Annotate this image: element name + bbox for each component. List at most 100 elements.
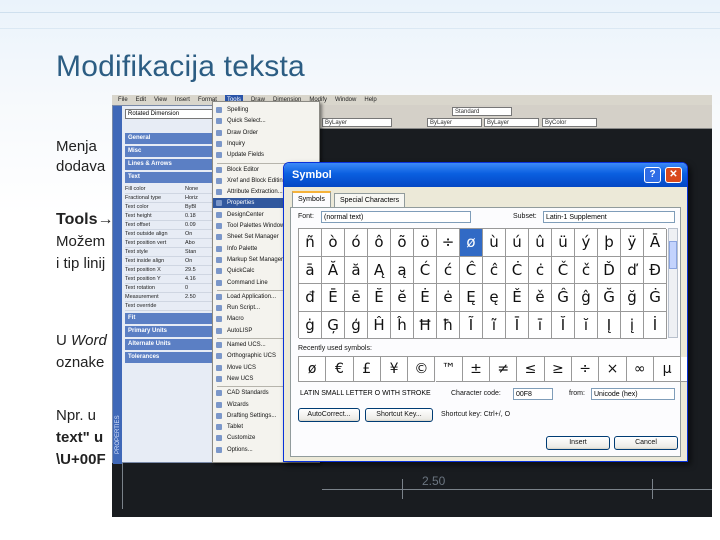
recent-symbol-cell[interactable]: ∞ xyxy=(626,357,654,382)
lineweight-combo[interactable]: ByLayer xyxy=(484,118,539,127)
symbol-cell[interactable]: đ xyxy=(299,284,322,312)
symbol-cell[interactable]: ü xyxy=(552,229,575,257)
symbol-cell[interactable]: Ċ xyxy=(506,256,529,284)
subset-select[interactable]: Latin-1 Supplement xyxy=(543,211,675,223)
recent-symbol-cell[interactable]: ≠ xyxy=(490,357,518,382)
symbol-cell[interactable]: Ĭ xyxy=(552,311,575,339)
symbol-cell[interactable]: ă xyxy=(345,256,368,284)
menu-help[interactable]: Help xyxy=(364,95,376,105)
symbol-cell[interactable]: ħ xyxy=(437,311,460,339)
shortcut-key-button[interactable]: Shortcut Key... xyxy=(365,408,433,422)
symbol-cell[interactable]: Ė xyxy=(414,284,437,312)
symbol-cell[interactable]: Ģ xyxy=(322,311,345,339)
symbol-cell[interactable]: Ą xyxy=(368,256,391,284)
symbol-cell[interactable]: Ġ xyxy=(644,284,667,312)
recent-symbol-cell[interactable]: £ xyxy=(353,357,381,382)
symbol-cell[interactable]: Đ xyxy=(644,256,667,284)
symbol-cell[interactable]: ē xyxy=(345,284,368,312)
property-row[interactable]: Text position Y 4.16 xyxy=(125,275,219,284)
property-row[interactable]: Text height 0.18 xyxy=(125,212,219,221)
menu-insert[interactable]: Insert xyxy=(175,95,190,105)
recent-symbol-cell[interactable]: ÷ xyxy=(572,357,600,382)
cancel-button[interactable]: Cancel xyxy=(614,436,678,450)
grid-scrollbar[interactable] xyxy=(668,228,678,338)
symbol-cell[interactable]: Ħ xyxy=(414,311,437,339)
palette-titlebar[interactable]: PROPERTIES xyxy=(113,106,122,464)
section-general[interactable]: General xyxy=(125,133,219,144)
symbol-cell[interactable]: ÷ xyxy=(437,229,460,257)
symbol-cell[interactable]: þ xyxy=(598,229,621,257)
symbol-cell[interactable]: ą xyxy=(391,256,414,284)
property-row[interactable]: Text color ByBl xyxy=(125,203,219,212)
symbol-cell[interactable]: Ğ xyxy=(598,284,621,312)
tools-menu-item[interactable]: Update Fields xyxy=(213,150,319,160)
symbol-cell[interactable]: ñ xyxy=(299,229,322,257)
symbol-cell[interactable]: ĥ xyxy=(391,311,414,339)
recent-symbol-cell[interactable]: α xyxy=(681,357,687,382)
symbol-cell[interactable]: ċ xyxy=(529,256,552,284)
property-row[interactable]: Text position X 29.5 xyxy=(125,266,219,275)
symbol-cell[interactable]: ĉ xyxy=(483,256,506,284)
insert-button[interactable]: Insert xyxy=(546,436,610,450)
menu-file[interactable]: File xyxy=(118,95,128,105)
symbol-cell[interactable]: ğ xyxy=(621,284,644,312)
scrollbar-thumb[interactable] xyxy=(669,241,677,269)
symbol-cell[interactable]: ĭ xyxy=(575,311,598,339)
property-row[interactable]: Text offset 0.09 xyxy=(125,221,219,230)
symbol-cell[interactable]: ā xyxy=(299,256,322,284)
symbol-cell[interactable]: õ xyxy=(391,229,414,257)
symbol-cell[interactable]: Ī xyxy=(506,311,529,339)
tab-symbols[interactable]: Symbols xyxy=(292,191,331,207)
property-row[interactable]: Text rotation 0 xyxy=(125,284,219,293)
recent-symbol-cell[interactable]: € xyxy=(326,357,354,382)
symbol-cell[interactable]: Ē xyxy=(322,284,345,312)
symbol-cell[interactable]: ć xyxy=(437,256,460,284)
symbol-cell[interactable]: Ā xyxy=(644,229,667,257)
symbol-cell[interactable]: č xyxy=(575,256,598,284)
property-row[interactable]: Text override xyxy=(125,302,219,311)
menu-window[interactable]: Window xyxy=(335,95,356,105)
symbol-cell[interactable]: Ć xyxy=(414,256,437,284)
symbol-cell[interactable]: Ĥ xyxy=(368,311,391,339)
property-row[interactable]: Fill color None xyxy=(125,185,219,194)
symbol-cell[interactable]: İ xyxy=(644,311,667,339)
char-code-input[interactable]: 00F8 xyxy=(513,388,553,400)
symbol-cell[interactable]: ĩ xyxy=(483,311,506,339)
section-fit[interactable]: Fit xyxy=(125,313,219,324)
tools-menu-item[interactable]: Quick Select... xyxy=(213,116,319,126)
symbol-cell[interactable]: Ĝ xyxy=(552,284,575,312)
property-row[interactable]: Text style Stan xyxy=(125,248,219,257)
property-row[interactable]: Text outside align On xyxy=(125,230,219,239)
color-combo[interactable]: ByColor xyxy=(542,118,597,127)
layer-combo[interactable]: ByLayer xyxy=(322,118,392,127)
symbol-cell[interactable]: ĕ xyxy=(391,284,414,312)
from-select[interactable]: Unicode (hex) xyxy=(591,388,675,400)
menu-view[interactable]: View xyxy=(154,95,167,105)
symbol-cell[interactable]: Ĩ xyxy=(460,311,483,339)
property-row[interactable]: Text position vert Abo xyxy=(125,239,219,248)
symbol-cell[interactable]: ô xyxy=(368,229,391,257)
dialog-titlebar[interactable]: Symbol xyxy=(284,163,687,187)
tools-menu-item[interactable]: Draw Order xyxy=(213,128,319,138)
symbol-cell[interactable]: Į xyxy=(598,311,621,339)
font-select[interactable]: (normal text) xyxy=(321,211,471,223)
section-alternate-units[interactable]: Alternate Units xyxy=(125,339,219,350)
symbol-cell[interactable]: Ě xyxy=(506,284,529,312)
symbol-cell[interactable]: Ď xyxy=(598,256,621,284)
recent-symbol-cell[interactable]: ™ xyxy=(435,357,463,382)
section-misc[interactable]: Misc xyxy=(125,146,219,157)
property-row[interactable]: Measurement 2.50 xyxy=(125,293,219,302)
object-type-combo[interactable]: Rotated Dimension xyxy=(125,109,213,119)
symbol-cell[interactable]: ď xyxy=(621,256,644,284)
section-tolerances[interactable]: Tolerances xyxy=(125,352,219,363)
symbol-cell[interactable]: Ę xyxy=(460,284,483,312)
recent-symbol-cell[interactable]: ¥ xyxy=(380,357,409,382)
symbol-cell[interactable]: ė xyxy=(437,284,460,312)
symbol-cell[interactable]: ģ xyxy=(345,311,368,339)
symbol-cell[interactable]: Ă xyxy=(322,256,345,284)
symbol-cell[interactable]: Č xyxy=(552,256,575,284)
symbol-cell[interactable]: ę xyxy=(483,284,506,312)
symbol-cell[interactable]: ý xyxy=(575,229,598,257)
recent-symbol-cell[interactable]: ≤ xyxy=(517,357,545,382)
symbol-cell[interactable]: ú xyxy=(506,229,529,257)
